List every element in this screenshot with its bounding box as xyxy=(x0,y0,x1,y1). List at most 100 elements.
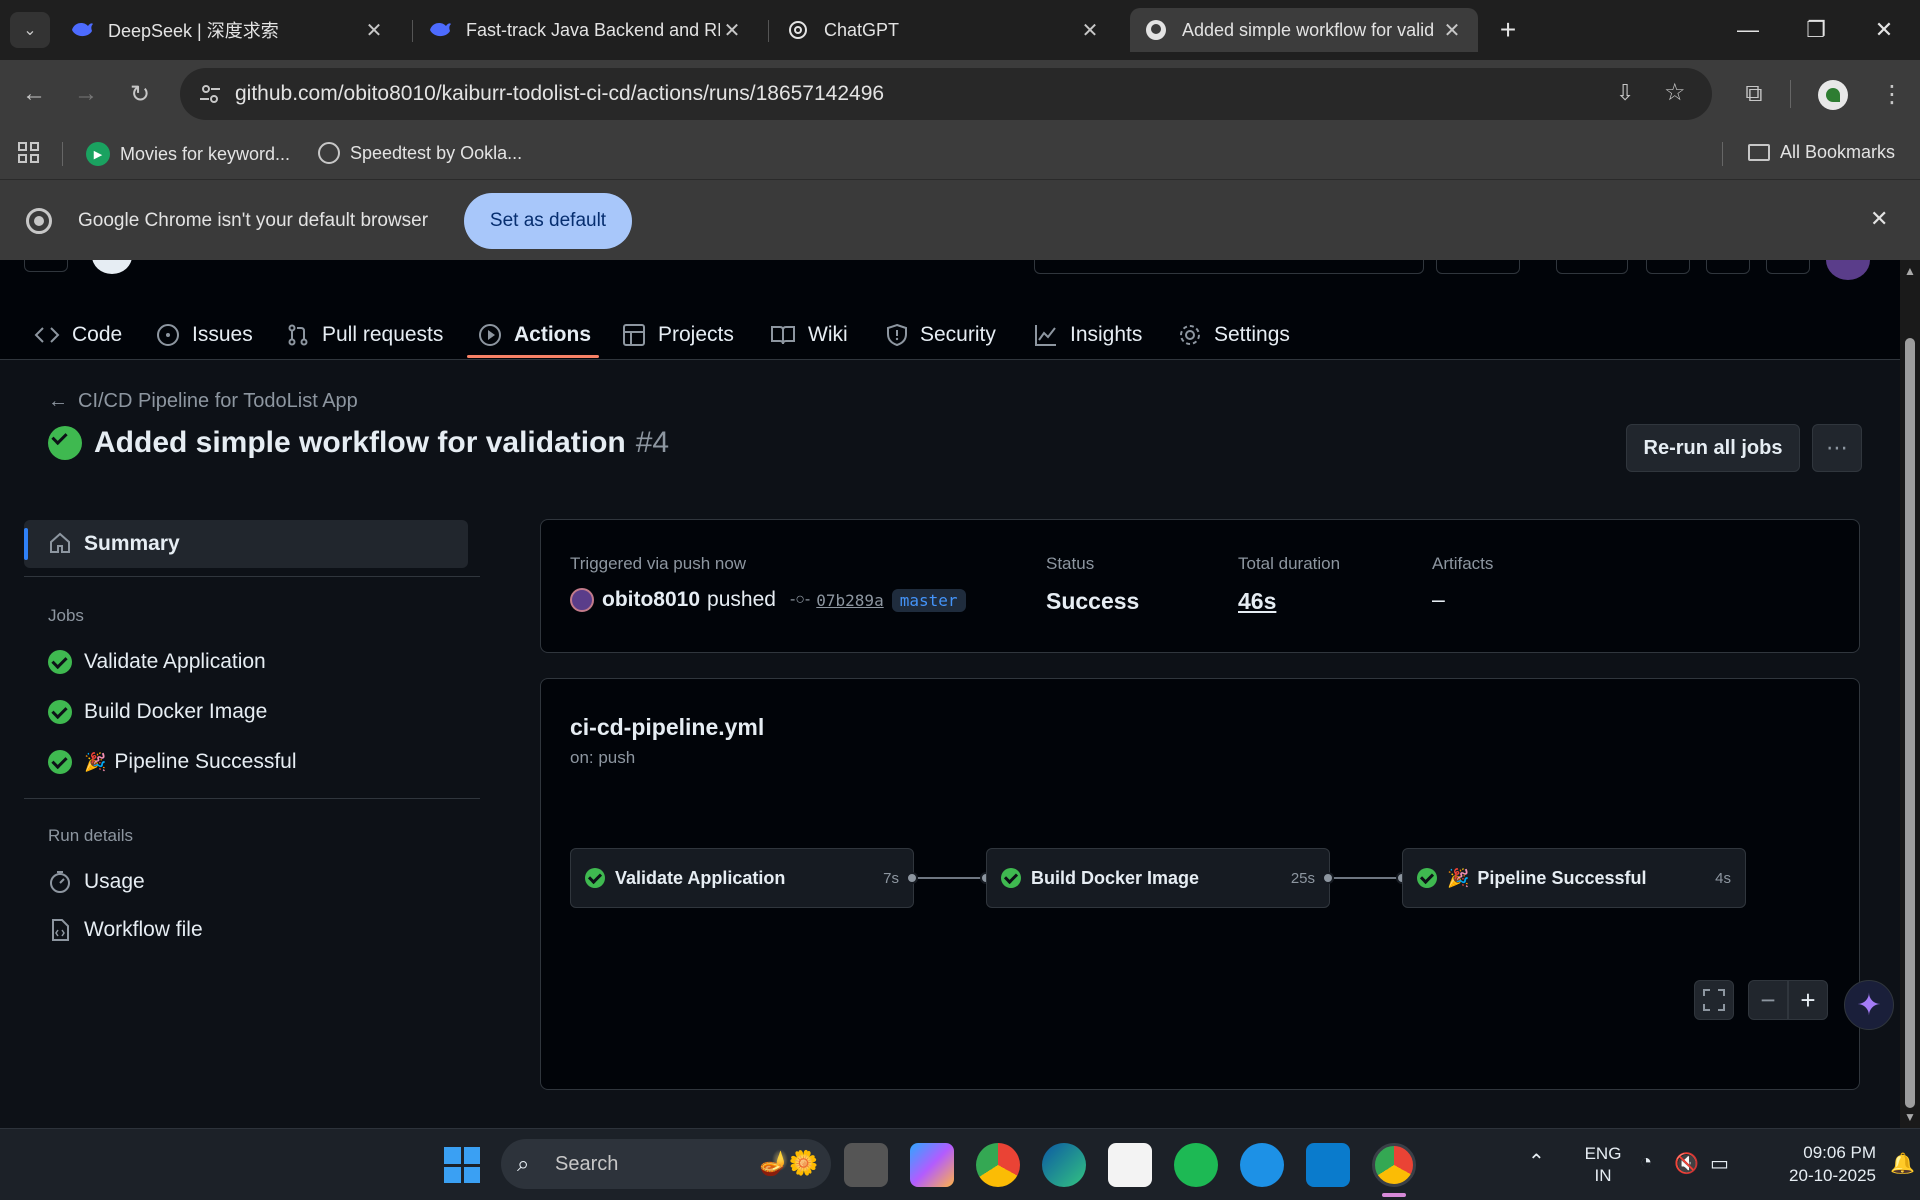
close-window-button[interactable]: ✕ xyxy=(1850,0,1918,60)
clock[interactable]: 09:06 PM 20-10-2025 xyxy=(1752,1141,1876,1187)
user-avatar-clipped[interactable] xyxy=(1826,260,1870,280)
branch-badge[interactable]: master xyxy=(891,588,966,612)
graph-job-validate[interactable]: Validate Application 7s xyxy=(570,848,914,908)
sidebar-job-pipeline[interactable]: 🎉 Pipeline Successful xyxy=(48,750,297,774)
nav-insights[interactable]: Insights xyxy=(1034,310,1142,360)
nav-issues[interactable]: Issues xyxy=(156,310,253,360)
tab-deepseek[interactable]: DeepSeek | 深度求索 ✕ xyxy=(56,8,400,52)
commit-sha[interactable]: 07b289a xyxy=(816,591,883,610)
windows-start-icon[interactable] xyxy=(444,1147,480,1183)
back-button[interactable]: ← xyxy=(12,72,56,116)
header-button-clipped[interactable] xyxy=(1706,260,1750,274)
tab-search-button[interactable]: ⌄ xyxy=(10,12,50,48)
push-user[interactable]: obito8010 xyxy=(602,588,700,612)
bookmark-star-icon[interactable]: ☆ xyxy=(1664,78,1686,107)
bookmark-speedtest[interactable]: Speedtest by Ookla... xyxy=(318,142,522,164)
notification-bell-icon[interactable]: 🔔 xyxy=(1890,1151,1915,1176)
microsoft-store-icon[interactable] xyxy=(1108,1143,1152,1187)
chevron-up-icon[interactable]: ⌃ xyxy=(1528,1149,1545,1174)
language-indicator[interactable]: ENG IN xyxy=(1578,1143,1628,1187)
graph-job-pipeline[interactable]: 🎉 Pipeline Successful 4s xyxy=(1402,848,1746,908)
battery-icon[interactable]: ▭ xyxy=(1710,1151,1729,1176)
breadcrumb[interactable]: ← CI/CD Pipeline for TodoList App xyxy=(48,390,358,413)
party-popper-icon: 🎉 xyxy=(84,751,107,772)
close-icon[interactable]: ✕ xyxy=(1078,18,1102,43)
fullscreen-button[interactable] xyxy=(1694,980,1734,1020)
wifi-icon[interactable]: ◔ xyxy=(1640,1151,1652,1174)
github-logo-icon[interactable] xyxy=(92,260,132,274)
vscode-icon[interactable] xyxy=(1306,1143,1350,1187)
task-view-icon[interactable] xyxy=(844,1143,888,1187)
scroll-thumb[interactable] xyxy=(1905,338,1915,1108)
header-button-clipped[interactable] xyxy=(1766,260,1810,274)
profile-avatar[interactable] xyxy=(1818,80,1848,110)
scroll-down-icon[interactable]: ▼ xyxy=(1904,1110,1916,1124)
close-icon[interactable]: ✕ xyxy=(362,18,386,43)
scroll-up-icon[interactable]: ▲ xyxy=(1904,264,1916,278)
address-bar[interactable]: github.com/obito8010/kaiburr-todolist-ci… xyxy=(180,68,1712,120)
graph-job-build[interactable]: Build Docker Image 25s xyxy=(986,848,1330,908)
avatar[interactable] xyxy=(570,588,594,612)
edge-icon[interactable] xyxy=(1042,1143,1086,1187)
nav-security[interactable]: Security xyxy=(886,310,996,360)
speaker-muted-icon[interactable]: 🔇 xyxy=(1674,1151,1699,1176)
header-button-clipped[interactable] xyxy=(1436,260,1520,274)
sidebar-job-build[interactable]: Build Docker Image xyxy=(48,700,267,724)
duration-value[interactable]: 46s xyxy=(1238,588,1276,615)
chrome-menu-button[interactable]: ⋮ xyxy=(1870,72,1914,116)
nav-label: Actions xyxy=(514,323,592,346)
rerun-all-jobs-button[interactable]: Re-run all jobs xyxy=(1626,424,1800,472)
header-button-clipped[interactable] xyxy=(1646,260,1690,274)
more-options-button[interactable]: ⋯ xyxy=(1812,424,1862,472)
nav-settings[interactable]: Settings xyxy=(1178,310,1290,360)
chrome-profile-icon[interactable] xyxy=(1372,1143,1416,1187)
status-label: Status xyxy=(1046,554,1095,573)
sidebar-workflow-file[interactable]: Workflow file xyxy=(48,918,203,942)
tab-github-run[interactable]: Added simple workflow for valid ✕ xyxy=(1130,8,1478,52)
sidebar-usage[interactable]: Usage xyxy=(48,870,145,894)
apps-grid-icon[interactable] xyxy=(18,142,40,169)
windows-taskbar: ⌕ Search 🪔🌼 ⌃ ENG IN ◔ 🔇 ▭ 09:06 PM 20-1… xyxy=(0,1128,1920,1200)
plus-icon: + xyxy=(1800,984,1816,1015)
search-box-clipped[interactable] xyxy=(1034,260,1424,274)
arrow-right-icon: → xyxy=(74,80,98,107)
nav-pull-requests[interactable]: Pull requests xyxy=(286,310,443,360)
bookmark-movies[interactable]: ▶ Movies for keyword... xyxy=(86,142,290,166)
copilot-icon[interactable] xyxy=(910,1143,954,1187)
spotify-icon[interactable] xyxy=(1174,1143,1218,1187)
tab-fast-track[interactable]: Fast-track Java Backend and RE ✕ xyxy=(414,8,758,52)
reload-button[interactable]: ↻ xyxy=(118,72,162,116)
all-bookmarks-button[interactable]: All Bookmarks xyxy=(1748,142,1895,163)
chrome-icon[interactable] xyxy=(976,1143,1020,1187)
close-icon[interactable]: ✕ xyxy=(1440,18,1464,43)
nav-actions[interactable]: Actions xyxy=(478,310,591,360)
workflow-file-name[interactable]: ci-cd-pipeline.yml xyxy=(570,714,764,741)
header-button-clipped[interactable] xyxy=(1556,260,1628,274)
active-app-indicator xyxy=(1382,1193,1406,1197)
sidebar-job-validate[interactable]: Validate Application xyxy=(48,650,266,674)
tab-chatgpt[interactable]: ChatGPT ✕ xyxy=(772,8,1116,52)
workflow-trigger: on: push xyxy=(570,748,636,767)
site-info-icon[interactable] xyxy=(198,82,222,106)
nav-code[interactable]: Code xyxy=(34,310,122,360)
nav-projects[interactable]: Projects xyxy=(622,310,734,360)
zoom-out-button[interactable]: − xyxy=(1748,980,1788,1020)
ai-assistant-sparkle-icon[interactable]: ✦ xyxy=(1844,980,1894,1030)
set-as-default-button[interactable]: Set as default xyxy=(464,193,632,249)
taskbar-search-box[interactable]: ⌕ Search 🪔🌼 xyxy=(501,1139,831,1189)
new-tab-button[interactable]: + xyxy=(1490,12,1526,48)
close-icon[interactable]: ✕ xyxy=(1870,206,1888,232)
nav-wiki[interactable]: Wiki xyxy=(770,310,848,360)
extensions-button[interactable]: ⧉ xyxy=(1732,72,1776,116)
page-scrollbar[interactable]: ▲ ▼ xyxy=(1900,260,1920,1128)
restore-button[interactable]: ❐ xyxy=(1782,0,1850,60)
docker-icon[interactable] xyxy=(1240,1143,1284,1187)
minimize-button[interactable]: — xyxy=(1714,0,1782,60)
close-icon[interactable]: ✕ xyxy=(720,18,744,43)
book-icon xyxy=(771,326,795,345)
bookmarks-divider xyxy=(62,142,63,166)
forward-button[interactable]: → xyxy=(64,72,108,116)
zoom-in-button[interactable]: + xyxy=(1788,980,1828,1020)
install-app-icon[interactable]: ⇩ xyxy=(1616,80,1634,106)
play-icon: ▶ xyxy=(86,142,110,166)
